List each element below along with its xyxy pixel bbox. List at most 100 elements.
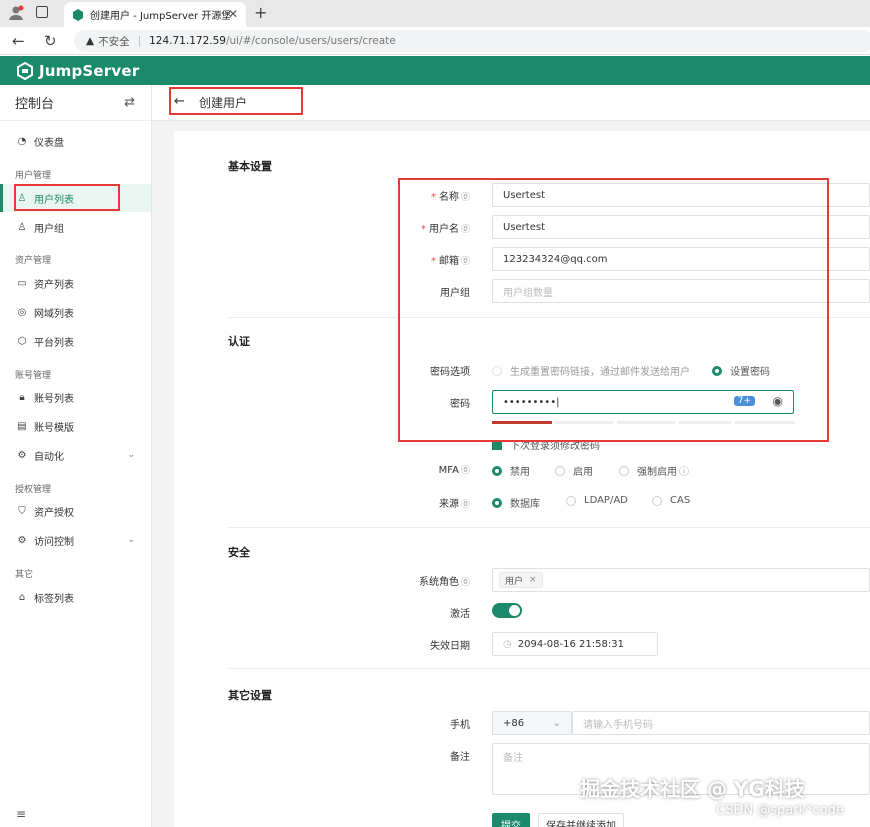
sidebar-section-auth-mgmt: 授权管理 [15, 485, 52, 495]
monitor-icon: ▭ [17, 277, 27, 289]
mfa-label: MFA ⓪ [438, 465, 470, 476]
sidebar-item-account-list[interactable]: 🔒︎ 账号列表 [0, 383, 151, 411]
save-continue-button[interactable]: 保存并继续添加 [538, 813, 624, 827]
info-icon: ⓘ [679, 467, 689, 478]
shield-icon: ⛉ [18, 505, 26, 517]
jumpserver-logo-icon[interactable] [16, 61, 34, 80]
url-path: /ui/#/console/users/users/create [225, 35, 396, 47]
clock-icon: ◷ [503, 638, 512, 650]
radio-mfa-forced[interactable]: 强制启用 ⓘ [619, 463, 689, 478]
chevron-down-icon: ⌄ [127, 535, 135, 545]
gateway-icon: ◎ [17, 306, 27, 318]
help-icon: ⓪ [460, 578, 470, 588]
section-security: 安全 [228, 546, 250, 559]
reload-icon[interactable]: ↻ [44, 32, 57, 50]
sidebar-item-label: 标签列表 [34, 593, 74, 605]
expire-label: 失效日期 [430, 641, 470, 652]
sidebar-item-label: 自动化 [34, 451, 64, 463]
help-icon: ⓪ [460, 500, 470, 510]
sidebar-item-label: 平台列表 [34, 337, 74, 349]
sidebar-item-user-group[interactable]: ♙ 用户组 [0, 213, 151, 241]
highlight-box-form [398, 178, 829, 442]
close-tab-icon[interactable]: ✕ [228, 7, 238, 21]
sidebar-item-label: 账号模版 [34, 422, 74, 434]
dashboard-icon: ◔ [17, 135, 27, 147]
watermark-subtext: CSDN @spark*code [716, 803, 844, 818]
new-tab-icon[interactable]: + [254, 3, 267, 22]
sidebar-item-dashboard[interactable]: ◔ 仪表盘 [0, 127, 151, 155]
sidebar-section-user-mgmt: 用户管理 [15, 171, 52, 181]
sidebar-item-label: 资产列表 [34, 279, 74, 291]
highlight-box-page-title [169, 87, 303, 115]
sidebar-item-asset-list[interactable]: ▭ 资产列表 [0, 269, 151, 297]
phone-input[interactable]: 请输入手机号码 [572, 711, 870, 735]
sidebar-item-domain-list[interactable]: ◎ 网域列表 [0, 298, 151, 326]
users-icon: ♙ [17, 221, 27, 233]
role-tag: 用户 × [499, 572, 543, 588]
app-header: JumpServer [0, 56, 870, 85]
active-switch[interactable] [492, 603, 522, 618]
warning-icon[interactable]: ▲ [86, 35, 94, 47]
section-basic: 基本设置 [228, 160, 272, 173]
sidebar-item-label: 资产授权 [34, 507, 74, 519]
collapse-menu-icon[interactable]: ≡ [16, 807, 26, 821]
active-label: 激活 [450, 609, 470, 620]
browser-tab[interactable]: 创建用户 - JumpServer 开源堡垒 ✕ [64, 2, 246, 27]
phone-code-select[interactable]: +86 ⌄ [492, 711, 572, 735]
radio-source-cas[interactable]: CAS [652, 495, 690, 506]
url-host: 124.71.172.59 [149, 35, 226, 47]
expire-date-input[interactable]: ◷ 2094-08-16 21:58:31 [492, 632, 658, 656]
chevron-down-icon: ⌄ [552, 717, 561, 729]
source-label: 来源 ⓪ [438, 499, 470, 510]
automation-icon: ⚙ [17, 449, 27, 461]
radio-source-db[interactable]: 数据库 [492, 495, 540, 510]
cube-icon: ⬡ [17, 335, 27, 347]
switch-view-icon[interactable]: ⇄ [124, 95, 135, 110]
sidebar-item-label: 账号列表 [34, 393, 74, 405]
divider [228, 527, 870, 528]
chevron-down-icon: ⌄ [127, 450, 135, 460]
sidebar-item-platform-list[interactable]: ⬡ 平台列表 [0, 327, 151, 355]
sidebar-item-asset-perm[interactable]: ⛉ 资产授权 [0, 497, 151, 525]
access-control-icon: ⚙ [17, 534, 27, 546]
sidebar-item-label: 网域列表 [34, 308, 74, 320]
address-bar-row: ← ↻ ▲ 不安全 | 124.71.172.59 /ui/#/console/… [0, 27, 870, 55]
sidebar-title: 控制台 [15, 97, 55, 112]
radio-mfa-disabled[interactable]: 禁用 [492, 463, 530, 478]
section-other: 其它设置 [228, 689, 272, 702]
url-separator: | [137, 35, 142, 47]
browser-tab-bar: 创建用户 - JumpServer 开源堡垒 ✕ + [0, 0, 870, 27]
sidebar-header: 控制台 ⇄ [0, 85, 151, 121]
tab-overview-icon[interactable] [36, 6, 48, 18]
sidebar-item-label: 用户组 [34, 223, 64, 235]
sidebar-item-label-list[interactable]: ⌂ 标签列表 [0, 583, 151, 611]
jumpserver-favicon-icon [73, 8, 83, 21]
highlight-box-user-list [14, 184, 120, 211]
sidebar-item-account-template[interactable]: ▤ 账号模版 [0, 412, 151, 440]
help-icon: ⓪ [460, 466, 470, 476]
phone-label: 手机 [450, 720, 470, 731]
sidebar-item-label: 访问控制 [34, 536, 74, 548]
profile-icon[interactable] [8, 5, 24, 21]
template-icon: ▤ [17, 420, 27, 432]
comment-label: 备注 [450, 752, 470, 763]
url-input[interactable]: ▲ 不安全 | 124.71.172.59 /ui/#/console/user… [74, 30, 870, 52]
sidebar-item-access-control[interactable]: ⚙ 访问控制 ⌄ [0, 526, 151, 554]
sidebar-item-label: 仪表盘 [34, 137, 64, 149]
radio-source-ldap[interactable]: LDAP/AD [566, 495, 628, 506]
submit-button[interactable]: 提交 [492, 813, 530, 827]
radio-mfa-enabled[interactable]: 启用 [555, 463, 593, 478]
sidebar-item-automation[interactable]: ⚙ 自动化 ⌄ [0, 441, 151, 469]
lock-icon: 🔒︎ [19, 391, 25, 403]
remove-tag-icon[interactable]: × [529, 575, 537, 585]
system-role-select[interactable]: 用户 × [492, 568, 870, 592]
back-arrow-icon[interactable]: ← [12, 32, 25, 50]
insecure-label: 不安全 [98, 35, 130, 48]
tag-icon: ⌂ [18, 591, 26, 603]
divider [228, 668, 870, 669]
section-auth: 认证 [228, 335, 250, 348]
watermark-text: 掘金技术社区 @ YG科技 [580, 777, 805, 801]
brand-name[interactable]: JumpServer [39, 62, 139, 80]
sidebar-section-other: 其它 [15, 570, 34, 580]
sidebar-section-asset-mgmt: 资产管理 [15, 256, 52, 266]
